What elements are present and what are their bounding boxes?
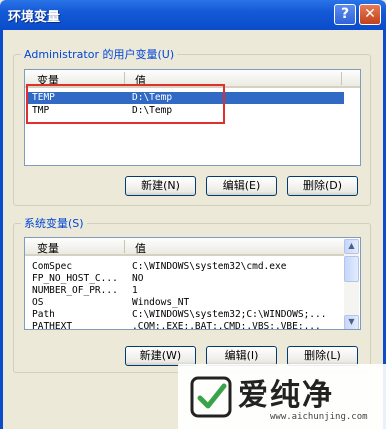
system-delete-button[interactable]: 删除(L) [287,346,358,366]
window-border-left [0,30,3,429]
watermark-logo-icon [190,376,232,418]
variable-name: FP_NO_HOST_C... [32,273,118,284]
list-item[interactable]: OS Windows_NT [26,297,344,309]
user-new-button[interactable]: 新建(N) [125,176,196,196]
window-title: 环境变量 [8,10,61,25]
variable-value: Windows_NT [132,297,190,308]
variable-name: OS [32,297,44,308]
scroll-thumb[interactable] [344,256,359,282]
list-item[interactable]: PATHEXT .COM;.EXE;.BAT;.CMD;.VBS;.VBE;..… [26,321,344,330]
scroll-down-button[interactable]: ▼ [344,315,359,329]
system-new-button[interactable]: 新建(W) [125,346,196,366]
variable-name: NUMBER_OF_PR... [32,285,118,296]
watermark: 爱纯净 www.aichunjing.com [178,364,386,429]
system-vars-label: 系统变量(S) [21,215,87,231]
variable-value: C:\WINDOWS\system32\cmd.exe [132,261,287,272]
watermark-text: 爱纯净 [238,378,334,413]
variable-value: C:\WINDOWS\system32;C:\WINDOWS;... [132,309,327,320]
variable-name: Path [32,309,55,320]
column-header-variable[interactable]: 变量 [37,240,59,256]
user-delete-button[interactable]: 删除(D) [287,176,358,196]
variable-name: ComSpec [32,261,73,272]
system-vars-list[interactable]: 变量 值 ComSpec C:\WINDOWS\system32\cmd.exe… [24,237,361,330]
highlight-annotation [26,84,225,124]
column-separator [124,240,125,253]
list-item[interactable]: Path C:\WINDOWS\system32;C:\WINDOWS;... [26,309,344,321]
vertical-scrollbar[interactable]: ▲ ▼ [344,239,359,329]
system-vars-header: 变量 值 [25,238,345,256]
close-button[interactable]: ✕ [359,4,381,25]
variable-value: NO [132,273,144,284]
scroll-up-button[interactable]: ▲ [344,239,359,254]
title-bar: 环境变量 ? ✕ [0,0,386,30]
list-item[interactable]: ComSpec C:\WINDOWS\system32\cmd.exe [26,261,344,273]
variable-name: PATHEXT [32,321,73,330]
column-separator [341,72,342,85]
list-item[interactable]: NUMBER_OF_PR... 1 [26,285,344,297]
system-edit-button[interactable]: 编辑(I) [206,346,277,366]
column-header-value[interactable]: 值 [135,240,146,256]
variable-value: .COM;.EXE;.BAT;.CMD;.VBS;.VBE;... [132,321,321,330]
user-vars-label: Administrator 的用户变量(U) [21,46,178,62]
help-button[interactable]: ? [334,4,356,25]
list-item[interactable]: FP_NO_HOST_C... NO [26,273,344,285]
watermark-url: www.aichunjing.com [270,412,368,422]
variable-value: 1 [132,285,138,296]
user-edit-button[interactable]: 编辑(E) [206,176,277,196]
